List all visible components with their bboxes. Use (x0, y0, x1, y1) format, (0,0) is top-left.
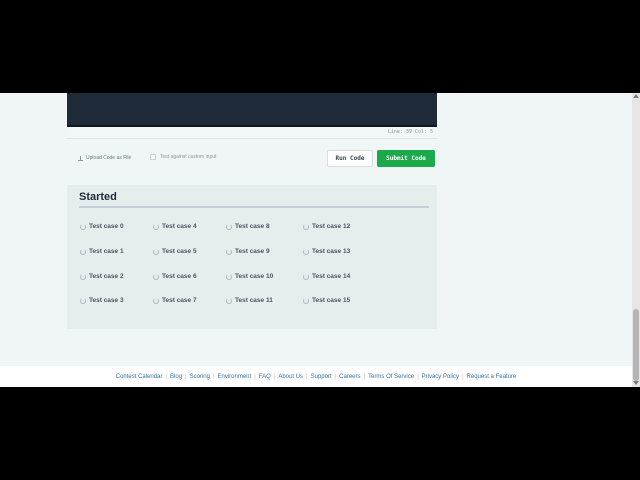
editor-status-bar: Line: 39 Col: 5 (67, 127, 437, 139)
loading-spinner-icon (303, 273, 309, 280)
footer-link-careers[interactable]: Careers (339, 374, 360, 380)
test-case-item[interactable]: Test case 12 (303, 223, 350, 230)
loading-spinner-icon (153, 223, 159, 230)
upload-code-link[interactable]: Upload Code as File (78, 155, 131, 161)
custom-input-toggle[interactable]: Test against custom input (150, 154, 216, 160)
test-case-item[interactable]: Test case 6 (153, 273, 197, 280)
loading-spinner-icon (80, 248, 86, 255)
footer-link-about-us[interactable]: About Us (278, 374, 303, 380)
loading-spinner-icon (303, 248, 309, 255)
submit-code-button[interactable]: Submit Code (377, 150, 435, 167)
loading-spinner-icon (80, 223, 86, 230)
scroll-thumb[interactable] (633, 309, 639, 381)
test-case-item[interactable]: Test case 10 (226, 273, 273, 280)
test-case-item[interactable]: Test case 0 (80, 223, 124, 230)
editor-action-bar: Upload Code as File Test against custom … (67, 149, 437, 169)
footer-link-contest-calendar[interactable]: Contest Calendar (116, 374, 163, 380)
results-divider (79, 206, 429, 208)
test-case-item[interactable]: Test case 5 (153, 248, 197, 255)
scroll-down-icon[interactable] (633, 381, 639, 385)
custom-input-checkbox[interactable] (150, 154, 156, 160)
footer-link-faq[interactable]: FAQ (259, 374, 271, 380)
loading-spinner-icon (226, 248, 232, 255)
loading-spinner-icon (153, 248, 159, 255)
upload-icon (78, 155, 83, 161)
test-case-item[interactable]: Test case 7 (153, 297, 197, 304)
loading-spinner-icon (303, 223, 309, 230)
upload-label: Upload Code as File (86, 155, 132, 161)
test-results-panel: Started Test case 0 Test case 1 Test cas… (67, 185, 437, 329)
footer-link-terms[interactable]: Terms Of Service (368, 374, 414, 380)
test-case-item[interactable]: Test case 14 (303, 273, 350, 280)
footer-link-blog[interactable]: Blog (170, 374, 182, 380)
test-case-item[interactable]: Test case 2 (80, 273, 124, 280)
test-case-item[interactable]: Test case 15 (303, 297, 350, 304)
loading-spinner-icon (80, 297, 86, 304)
footer-link-scoring[interactable]: Scoring (190, 374, 210, 380)
test-case-item[interactable]: Test case 1 (80, 248, 124, 255)
page-scrollbar[interactable] (632, 93, 640, 387)
cursor-position: Line: 39 Col: 5 (387, 129, 433, 135)
test-case-item[interactable]: Test case 13 (303, 248, 350, 255)
test-case-item[interactable]: Test case 8 (226, 223, 270, 230)
code-editor[interactable] (67, 93, 437, 127)
results-status-title: Started (79, 191, 117, 203)
loading-spinner-icon (303, 297, 309, 304)
loading-spinner-icon (226, 223, 232, 230)
test-case-item[interactable]: Test case 11 (226, 297, 273, 304)
site-footer: Contest Calendar | Blog | Scoring | Environ… (0, 366, 632, 387)
loading-spinner-icon (80, 273, 86, 280)
page-viewport: Line: 39 Col: 5 Upload Code as File Test… (0, 93, 640, 387)
footer-link-request-feature[interactable]: Request a Feature (467, 374, 517, 380)
loading-spinner-icon (153, 273, 159, 280)
footer-link-environment[interactable]: Environment (218, 374, 252, 380)
loading-spinner-icon (226, 273, 232, 280)
test-case-item[interactable]: Test case 4 (153, 223, 197, 230)
test-case-item[interactable]: Test case 3 (80, 297, 124, 304)
loading-spinner-icon (153, 297, 159, 304)
scroll-up-icon[interactable] (633, 94, 639, 98)
test-case-item[interactable]: Test case 9 (226, 248, 270, 255)
footer-link-support[interactable]: Support (311, 374, 332, 380)
custom-input-label: Test against custom input (160, 154, 217, 160)
run-code-button[interactable]: Run Code (327, 150, 373, 167)
loading-spinner-icon (226, 297, 232, 304)
footer-link-privacy[interactable]: Privacy Policy (422, 374, 459, 380)
